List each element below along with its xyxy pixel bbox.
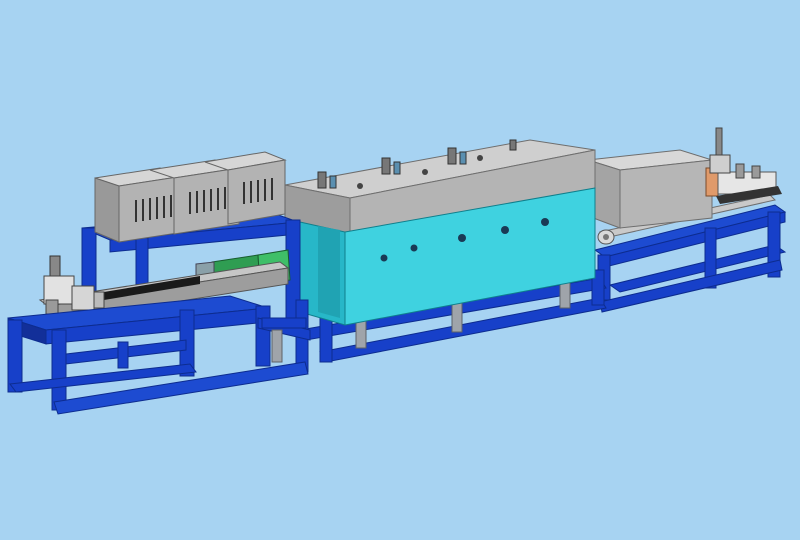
machine-illustration <box>0 0 800 540</box>
equipment-drawing <box>0 0 800 540</box>
